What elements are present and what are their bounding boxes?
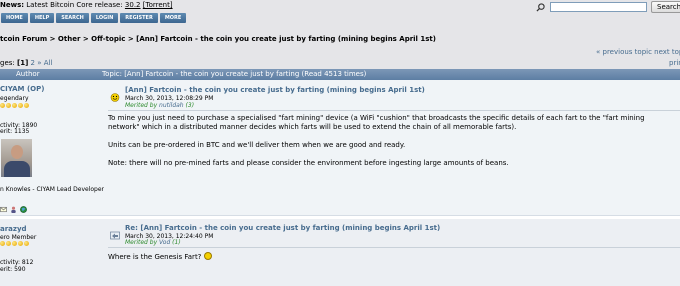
person-icon[interactable]	[10, 206, 17, 213]
search-button[interactable]: Search	[651, 1, 680, 13]
topic-column-header: Topic: [Ann] Fartcoin - the coin you cre…	[102, 70, 367, 78]
post-body: Where is the Genesis Fart?	[108, 252, 678, 262]
star-icon	[0, 103, 5, 108]
rank-stars	[0, 103, 30, 108]
next-page-arrow[interactable]: »	[37, 59, 41, 67]
avatar	[1, 139, 32, 177]
star-icon	[6, 241, 11, 246]
nav-help[interactable]: HELP	[29, 13, 55, 23]
poster-name[interactable]: CIYAM (OP)	[0, 85, 44, 93]
author-column-header: Author	[16, 70, 40, 78]
merited-by-count: (3)	[183, 102, 195, 109]
post-title-link[interactable]: Re: [Ann] Fartcoin - the coin you create…	[125, 224, 440, 232]
nav-register[interactable]: REGISTER	[120, 13, 158, 23]
globe-icon[interactable]	[20, 206, 27, 213]
message-icon[interactable]	[0, 206, 7, 213]
nav-login[interactable]: LOGIN	[90, 13, 119, 23]
post-paragraph: To mine you just need to purchase a spec…	[108, 114, 645, 131]
poster-merit: erit: 590	[0, 266, 26, 273]
post-text: Where is the Genesis Fart?	[108, 253, 202, 261]
poster-merit: erit: 1135	[0, 128, 30, 135]
message-icon	[110, 93, 120, 102]
poster-personal-text: n Knowles - CIYAM Lead Developer	[0, 186, 105, 193]
post-divider	[108, 110, 680, 111]
nav-search[interactable]: SEARCH	[56, 13, 89, 23]
breadcrumb-sep: >	[80, 35, 92, 43]
nav-home[interactable]: HOME	[1, 13, 28, 23]
poster-rank: egendary	[0, 95, 29, 102]
all-pages-link[interactable]: All	[44, 59, 53, 67]
poster-activity: ctivity: 812	[0, 259, 34, 266]
nav-more[interactable]: MORE	[159, 13, 187, 23]
rank-stars	[0, 241, 30, 246]
current-page: [1]	[17, 59, 29, 67]
star-icon	[24, 103, 29, 108]
poster-rank: ero Member	[0, 234, 37, 241]
avatar-face	[11, 145, 23, 159]
reply-message-icon	[110, 231, 120, 240]
pagination: ges: [1] 2 » All	[0, 59, 52, 67]
post-paragraph: Units can be pre-ordered in BTC and we'l…	[108, 141, 406, 149]
poster-name[interactable]: arazyd	[0, 225, 27, 233]
smiley-icon	[203, 252, 212, 260]
star-icon	[24, 241, 29, 246]
merited-by-user[interactable]: nutildah	[159, 102, 184, 109]
next-topic-link[interactable]: next topi	[654, 48, 680, 56]
topic-navigation: « previous topic next topi	[596, 48, 680, 56]
topic-header-bar: Author Topic: [Ann] Fartcoin - the coin …	[0, 69, 680, 80]
breadcrumb: tcoin Forum > Other > Off-topic > [Ann] …	[0, 35, 436, 43]
post-title-link[interactable]: [Ann] Fartcoin - the coin you create jus…	[125, 86, 425, 94]
main-nav: HOME HELP SEARCH LOGIN REGISTER MORE	[1, 13, 187, 23]
poster-icons	[0, 206, 27, 213]
merited-by-user[interactable]: Vod	[159, 239, 170, 246]
news-bar: News: Latest Bitcoin Core release: 30.2 …	[0, 1, 173, 13]
post-first: CIYAM (OP) egendary ctivity: 1890 erit: …	[0, 80, 680, 215]
avatar-shirt	[4, 161, 30, 177]
star-icon	[18, 241, 23, 246]
breadcrumb-forum[interactable]: tcoin Forum	[0, 35, 47, 43]
post-divider	[108, 247, 680, 248]
print-link[interactable]: prin	[669, 59, 680, 67]
breadcrumb-offtopic[interactable]: Off-topic	[91, 35, 125, 43]
star-icon	[12, 103, 17, 108]
search-icon[interactable]	[536, 3, 545, 12]
pages-label: ges:	[0, 59, 15, 67]
post-body: To mine you just need to purchase a spec…	[108, 114, 678, 177]
page-2-link[interactable]: 2	[31, 59, 35, 67]
star-icon	[0, 241, 5, 246]
merited-by: Merited by nutildah (3)	[125, 102, 194, 109]
post-date: March 30, 2013, 12:08:29 PM	[125, 95, 214, 102]
merited-by-label: Merited by	[125, 102, 160, 109]
news-version-link[interactable]: 30.2	[125, 1, 141, 9]
breadcrumb-other[interactable]: Other	[58, 35, 80, 43]
merited-by-count: (1)	[170, 239, 181, 246]
breadcrumb-sep: >	[47, 35, 58, 43]
previous-topic-link[interactable]: « previous topic	[596, 48, 652, 56]
post-reply: arazyd ero Member ctivity: 812 erit: 590…	[0, 219, 680, 286]
news-label: News:	[0, 1, 25, 9]
star-icon	[18, 103, 23, 108]
breadcrumb-topic[interactable]: [Ann] Fartcoin - the coin you create jus…	[136, 35, 436, 43]
breadcrumb-sep: >	[125, 35, 137, 43]
star-icon	[12, 241, 17, 246]
star-icon	[6, 103, 11, 108]
news-text: Latest Bitcoin Core release:	[26, 1, 123, 9]
post-paragraph: Note: there will no pre-mined farts and …	[108, 159, 509, 167]
merited-by-label: Merited by	[125, 239, 160, 246]
merited-by: Merited by Vod (1)	[125, 239, 181, 246]
news-torrent-link[interactable]: [Torrent]	[143, 1, 173, 9]
search-input[interactable]	[550, 2, 647, 12]
